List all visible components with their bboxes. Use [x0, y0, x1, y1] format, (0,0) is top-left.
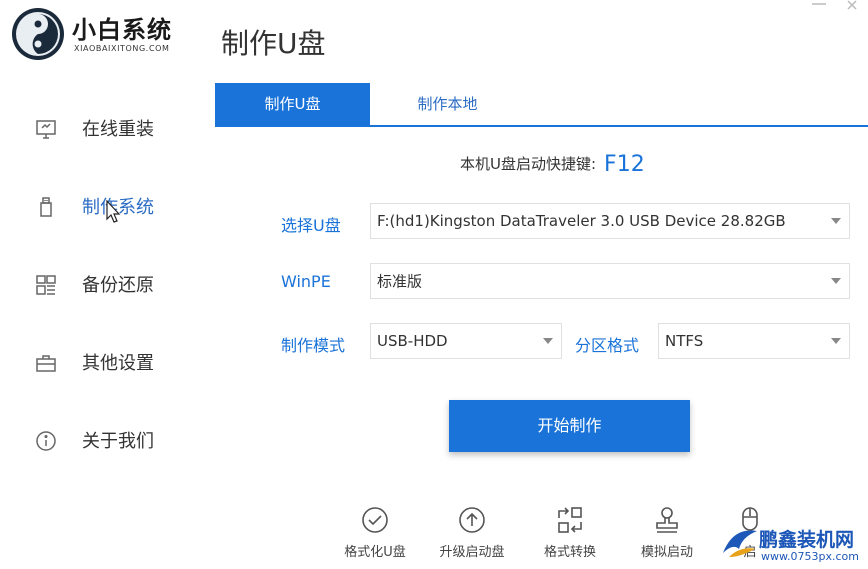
mode-select-label: 制作模式: [281, 336, 346, 355]
usb-select[interactable]: F:(hd1)Kingston DataTraveler 3.0 USB Dev…: [370, 203, 850, 239]
hotkey-label: 本机U盘启动快捷键:: [460, 155, 597, 173]
sidebar-item-other-settings[interactable]: 其他设置: [0, 334, 215, 394]
tool-label: 升级启动盘: [439, 545, 505, 560]
watermark-text: 鹏鑫装机网: [759, 525, 854, 552]
main-panel: 制作U盘 制作U盘 制作本地 本机U盘启动快捷键: F12 选择U盘 F:(hd1…: [215, 0, 868, 569]
app-window: 小白系统 XIAOBAIXITONG.COM 在线重装 制作系统 备份还原 其他…: [0, 0, 868, 569]
partition-select[interactable]: NTFS: [658, 323, 850, 359]
sidebar-item-about-us[interactable]: 关于我们: [0, 412, 215, 472]
mode-select-value: USB-HDD: [377, 332, 448, 350]
tool-label: 模拟启动: [640, 545, 693, 560]
usb-select-value: F:(hd1)Kingston DataTraveler 3.0 USB Dev…: [377, 212, 786, 230]
mode-select[interactable]: USB-HDD: [370, 323, 562, 359]
tool-format-convert[interactable]: 格式转换: [525, 503, 615, 569]
page-title: 制作U盘: [221, 27, 326, 60]
tool-label: 格式化U盘: [344, 545, 406, 560]
convert-icon: [558, 507, 582, 533]
sidebar-item-online-reinstall[interactable]: 在线重装: [0, 100, 215, 160]
usb-select-label: 选择U盘: [281, 216, 341, 235]
brand-name: 小白系统: [72, 16, 172, 44]
usb-drive-icon: [40, 197, 52, 217]
watermark: 鹏鑫装机网 www.0753px.com: [721, 523, 866, 567]
winpe-select[interactable]: 标准版: [370, 263, 850, 299]
sidebar-item-label: 在线重装: [82, 119, 154, 140]
chevron-down-icon: [543, 338, 553, 344]
partition-select-label: 分区格式: [575, 336, 640, 355]
watermark-url: www.0753px.com: [761, 550, 859, 563]
check-circle-icon: [362, 507, 388, 533]
toolbox-icon: [36, 355, 56, 372]
bird-logo-icon: [723, 530, 757, 557]
start-make-button[interactable]: 开始制作: [449, 400, 690, 452]
tool-format-usb[interactable]: 格式化U盘: [330, 503, 420, 569]
tab-make-usb[interactable]: 制作U盘: [215, 83, 370, 125]
window-controls[interactable]: [808, 0, 868, 10]
watermark-text-b: 装机网: [797, 529, 855, 551]
mouse-cursor-icon: [106, 200, 121, 223]
watermark-text-a: 鹏鑫: [759, 529, 798, 551]
tool-upgrade-boot[interactable]: 升级启动盘: [427, 503, 517, 569]
winpe-select-label: WinPE: [281, 272, 331, 291]
winpe-select-value: 标准版: [377, 272, 423, 291]
chevron-down-icon: [831, 218, 841, 224]
brand: 小白系统 XIAOBAIXITONG.COM: [10, 6, 210, 62]
monitor-icon: [36, 120, 56, 139]
chevron-down-icon: [831, 278, 841, 284]
hotkey-info: 本机U盘启动快捷键: F12: [460, 152, 645, 177]
tool-simulate-boot[interactable]: 模拟启动: [622, 503, 712, 569]
tab-make-local[interactable]: 制作本地: [370, 83, 525, 125]
chevron-down-icon: [831, 338, 841, 344]
sidebar: 小白系统 XIAOBAIXITONG.COM 在线重装 制作系统 备份还原 其他…: [0, 0, 215, 569]
tool-label: 格式转换: [543, 545, 596, 560]
tab-bar: 制作U盘 制作本地: [215, 83, 868, 127]
info-icon: [36, 431, 56, 451]
logo-icon: [12, 8, 64, 60]
brand-subtitle: XIAOBAIXITONG.COM: [74, 44, 170, 53]
hotkey-value: F12: [604, 152, 645, 177]
stamp-icon: [656, 507, 678, 533]
sidebar-item-backup-restore[interactable]: 备份还原: [0, 256, 215, 316]
partition-select-value: NTFS: [665, 332, 704, 350]
upload-circle-icon: [459, 507, 485, 533]
sidebar-item-label: 其他设置: [82, 353, 154, 374]
sidebar-item-label: 关于我们: [82, 431, 154, 452]
grid-icon: [36, 275, 56, 295]
sidebar-item-label: 备份还原: [82, 275, 154, 296]
